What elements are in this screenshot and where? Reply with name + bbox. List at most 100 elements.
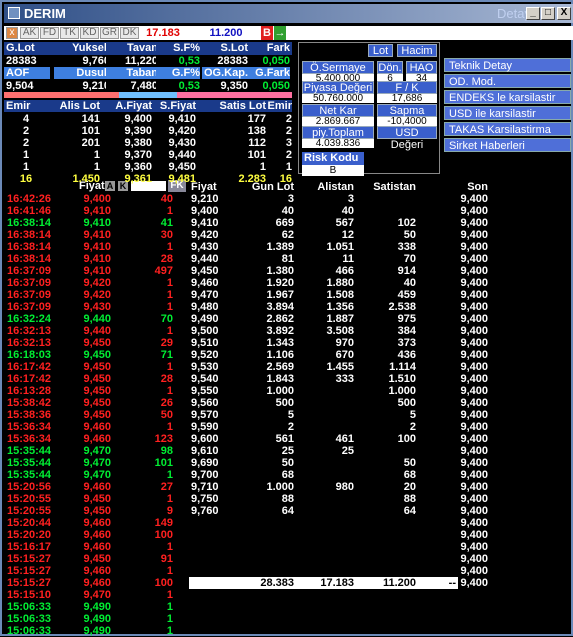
tool-ak-button[interactable]: AK [20, 27, 39, 39]
trade-lot: 1 [166, 601, 173, 613]
close-icon[interactable]: x [6, 27, 18, 39]
tab-hacim[interactable]: Hacim [397, 44, 437, 57]
grid-gunlot: 62 [281, 229, 294, 241]
trade-time: 16:18:03 [7, 349, 52, 361]
trade-row: 15:20:56 9,460 27 [7, 481, 187, 493]
grid-row: 9,480 3.894 1.356 2.538 [189, 301, 459, 313]
grid-gunlot [249, 565, 294, 577]
trade-lot: 1 [166, 241, 173, 253]
grid-son: 9,400 [460, 253, 488, 265]
grid-row: 9,600 561 461 100 [189, 433, 459, 445]
grid-son: 9,400 [460, 349, 488, 361]
depth-header-3[interactable]: S.Fiyat [152, 100, 196, 112]
trade-time: 16:41:46 [7, 205, 52, 217]
total-satistan: 11.200 [382, 577, 416, 589]
grid-son: 9,400 [460, 205, 488, 217]
trade-time: 16:17:42 [7, 361, 52, 373]
trade-price: 9,470 [83, 445, 111, 457]
trade-row: 15:36:34 9,460 1 [7, 421, 187, 433]
trade-time: 15:36:34 [7, 433, 52, 445]
trade-price: 9,490 [83, 601, 111, 613]
grid-son-header[interactable]: Son [458, 181, 488, 193]
fk-value: 17,686 [377, 94, 437, 103]
tool-tk-button[interactable]: TK [60, 27, 79, 39]
depth-header-1[interactable]: Alis Lot [50, 100, 100, 112]
minimize-button[interactable]: _ [526, 7, 540, 20]
maximize-button[interactable]: □ [541, 7, 555, 20]
tool-gr-button[interactable]: GR [100, 27, 119, 39]
summary-h1-0: G.Lot [4, 42, 50, 54]
b-button[interactable]: B [261, 26, 273, 40]
summary-r2-0: 9,504 [4, 80, 50, 92]
trade-lot: 1 [166, 205, 173, 217]
grid-satistan: 68 [403, 469, 416, 481]
trade-lot: 1 [166, 277, 173, 289]
trade-row: 16:37:09 9,420 1 [7, 277, 187, 289]
grid-alistan-header[interactable]: Alistan [309, 181, 354, 193]
grid-gunlot: 3.892 [266, 325, 294, 337]
grid-alistan: 1.356 [326, 301, 354, 313]
link-od-mod[interactable]: OD. Mod. [444, 74, 571, 88]
depth-header-2[interactable]: A.Fiyat [108, 100, 152, 112]
grid-alistan [309, 385, 354, 397]
trade-lot: 30 [160, 229, 173, 241]
grid-son: 9,400 [460, 433, 488, 445]
trade-time: 16:37:09 [7, 301, 52, 313]
link-usd[interactable]: USD ile karsilastir [444, 106, 571, 120]
depth-cell: 9,410 [168, 113, 196, 125]
close-button[interactable]: X [557, 7, 571, 20]
depth-header-0[interactable]: Emir [6, 100, 46, 112]
link-takas[interactable]: TAKAS Karsilastirma [444, 122, 571, 136]
tool-fd-button[interactable]: FD [40, 27, 59, 39]
grid-fiyat: 9,420 [191, 229, 219, 241]
usd-degeri-button[interactable]: USD Değeri [377, 126, 437, 151]
depth-total-5: 16 [279, 173, 292, 185]
link-sirket-haberleri[interactable]: Sirket Haberleri [444, 138, 571, 152]
arrow-right-icon[interactable]: → [274, 26, 286, 40]
link-teknik-detay[interactable]: Teknik Detay [444, 58, 571, 72]
trade-lot: 100 [154, 529, 173, 541]
link-endeks[interactable]: ENDEKS le karsilastir [444, 90, 571, 104]
grid-gunlot: 2.862 [266, 313, 294, 325]
depth-header-5[interactable]: Emir [252, 100, 292, 112]
trade-time: 15:20:56 [7, 481, 52, 493]
grid-alistan: 40 [341, 205, 354, 217]
fk-label: F / K [377, 81, 437, 94]
grid-gunlot: 1.380 [266, 265, 294, 277]
trade-row: 16:17:42 9,450 28 [7, 373, 187, 385]
trade-row: 15:20:55 9,450 9 [7, 505, 187, 517]
grid-alistan [309, 469, 354, 481]
trade-row: 15:35:44 9,470 1 [7, 469, 187, 481]
tool-dk-button[interactable]: DK [120, 27, 139, 39]
depth-cell: 2 [22, 125, 30, 137]
grid-alistan [309, 409, 354, 421]
tab-lot[interactable]: Lot [368, 44, 393, 57]
trade-price: 9,460 [83, 577, 111, 589]
trade-price: 9,460 [83, 517, 111, 529]
grid-gunlot: 81 [281, 253, 294, 265]
depth-cell: 4 [22, 113, 30, 125]
trade-lot: 71 [160, 349, 173, 361]
grid-row: 9,490 2.862 1.887 975 [189, 313, 459, 325]
grid-son: 9,400 [460, 493, 488, 505]
summary-h1-1: Yuksek [54, 42, 110, 54]
grid-son: 9,400 [460, 277, 488, 289]
total-alistan: 17.183 [320, 577, 354, 589]
grid-gunlot: 88 [281, 493, 294, 505]
grid-row: 9,420 62 12 50 [189, 229, 459, 241]
trade-row: 16:32:24 9,440 70 [7, 313, 187, 325]
grid-satistan-header[interactable]: Satistan [369, 181, 416, 193]
trade-price: 9,460 [83, 529, 111, 541]
grid-son: 9,400 [460, 541, 488, 553]
summary-h1-3: S.F% [156, 42, 200, 54]
summary-h2-2: Taban [106, 67, 158, 79]
title-bar[interactable]: DERIM Detay _ □ X [4, 4, 573, 23]
grid-son: 9,400 [460, 325, 488, 337]
grid-row [189, 565, 459, 577]
grid-fiyat: 9,550 [191, 385, 219, 397]
grid-fiyat: 9,570 [191, 409, 219, 421]
grid-total-row: 28.383 17.183 11.200 -- [189, 577, 458, 589]
trade-lot: 29 [160, 337, 173, 349]
tool-kd-button[interactable]: KD [80, 27, 99, 39]
grid-fiyat [191, 529, 231, 541]
